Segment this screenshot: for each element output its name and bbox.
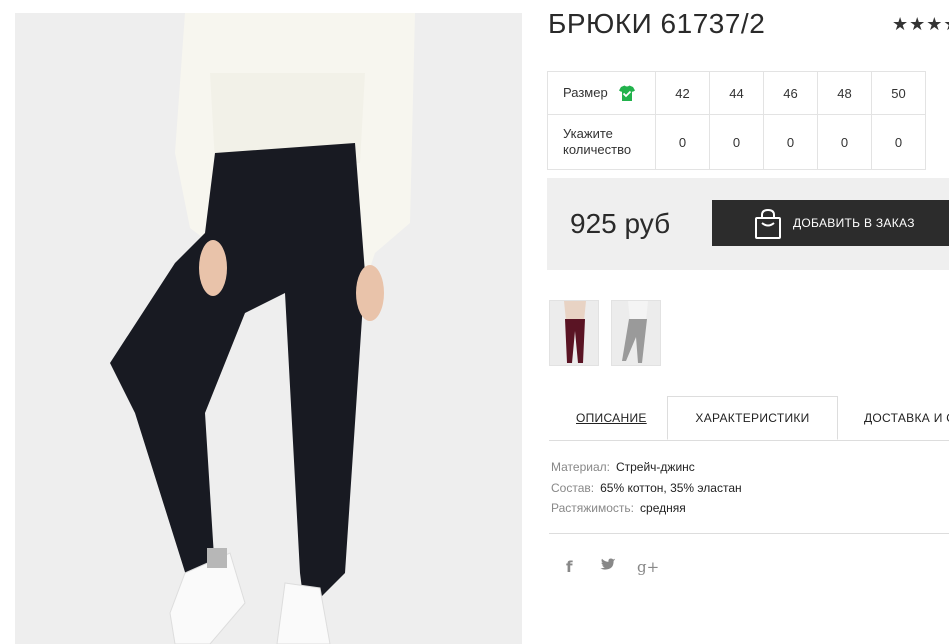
quantity-label: Укажите количество <box>547 114 656 170</box>
quantity-input-48[interactable]: 0 <box>817 114 872 170</box>
size-label: Размер <box>563 85 608 100</box>
spec-key: Растяжимость: <box>551 501 635 515</box>
characteristics-list: Материал: Стрейч-джинс Состав: 65% коттон,… <box>551 457 742 519</box>
google-plus-icon[interactable]: g+ <box>637 558 659 576</box>
shopping-bag-icon <box>754 208 782 242</box>
tab-delivery[interactable]: ДОСТАВКА И О <box>864 396 949 440</box>
spec-value: Стрейч-джинс <box>615 460 695 474</box>
add-to-order-button[interactable]: ДОБАВИТЬ В ЗАКАЗ <box>712 200 949 246</box>
quantity-input-44[interactable]: 0 <box>709 114 764 170</box>
size-42: 42 <box>655 71 710 115</box>
thumbnail-burgundy-trousers[interactable] <box>549 300 599 366</box>
size-48: 48 <box>817 71 872 115</box>
size-row: Размер 42 44 46 48 50 <box>547 71 926 115</box>
quantity-input-50[interactable]: 0 <box>871 114 926 170</box>
buy-box: 925 руб ДОБАВИТЬ В ЗАКАЗ <box>547 178 949 270</box>
product-main-photo[interactable] <box>15 13 522 644</box>
tab-characteristics[interactable]: ХАРАКТЕРИСТИКИ <box>667 396 838 440</box>
twitter-icon[interactable] <box>600 558 616 576</box>
rating-stars[interactable]: ★★★★ <box>892 14 949 35</box>
tab-description[interactable]: ОПИСАНИЕ <box>576 396 647 440</box>
size-quantity-table: Размер 42 44 46 48 50 Укажите количество… <box>547 71 926 170</box>
quantity-input-42[interactable]: 0 <box>655 114 710 170</box>
size-50: 50 <box>871 71 926 115</box>
thumbnail-grey-trousers[interactable] <box>611 300 661 366</box>
size-46: 46 <box>763 71 818 115</box>
product-tabs: ОПИСАНИЕ ХАРАКТЕРИСТИКИ ДОСТАВКА И О <box>549 396 949 441</box>
quantity-input-46[interactable]: 0 <box>763 114 818 170</box>
facebook-icon[interactable]: f <box>566 558 573 576</box>
spec-key: Состав: <box>551 480 595 495</box>
tabs-divider <box>549 440 949 441</box>
share-divider <box>549 533 949 534</box>
spec-key: Материал: <box>551 460 610 474</box>
spec-row: Растяжимость: средняя <box>551 498 742 519</box>
size-chart-shirt-icon[interactable] <box>618 84 636 102</box>
quantity-row: Укажите количество 0 0 0 0 0 <box>547 114 926 170</box>
add-to-order-label: ДОБАВИТЬ В ЗАКАЗ <box>793 216 915 230</box>
size-44: 44 <box>709 71 764 115</box>
size-label-cell: Размер <box>547 71 656 115</box>
price: 925 руб <box>570 208 671 239</box>
spec-row: Состав: 65% коттон, 35% эластан <box>551 478 742 499</box>
spec-value: средняя <box>640 501 686 515</box>
product-title: БРЮКИ 61737/2 <box>548 8 766 39</box>
spec-row: Материал: Стрейч-джинс <box>551 457 742 478</box>
spec-value: 65% коттон, 35% эластан <box>600 480 742 495</box>
